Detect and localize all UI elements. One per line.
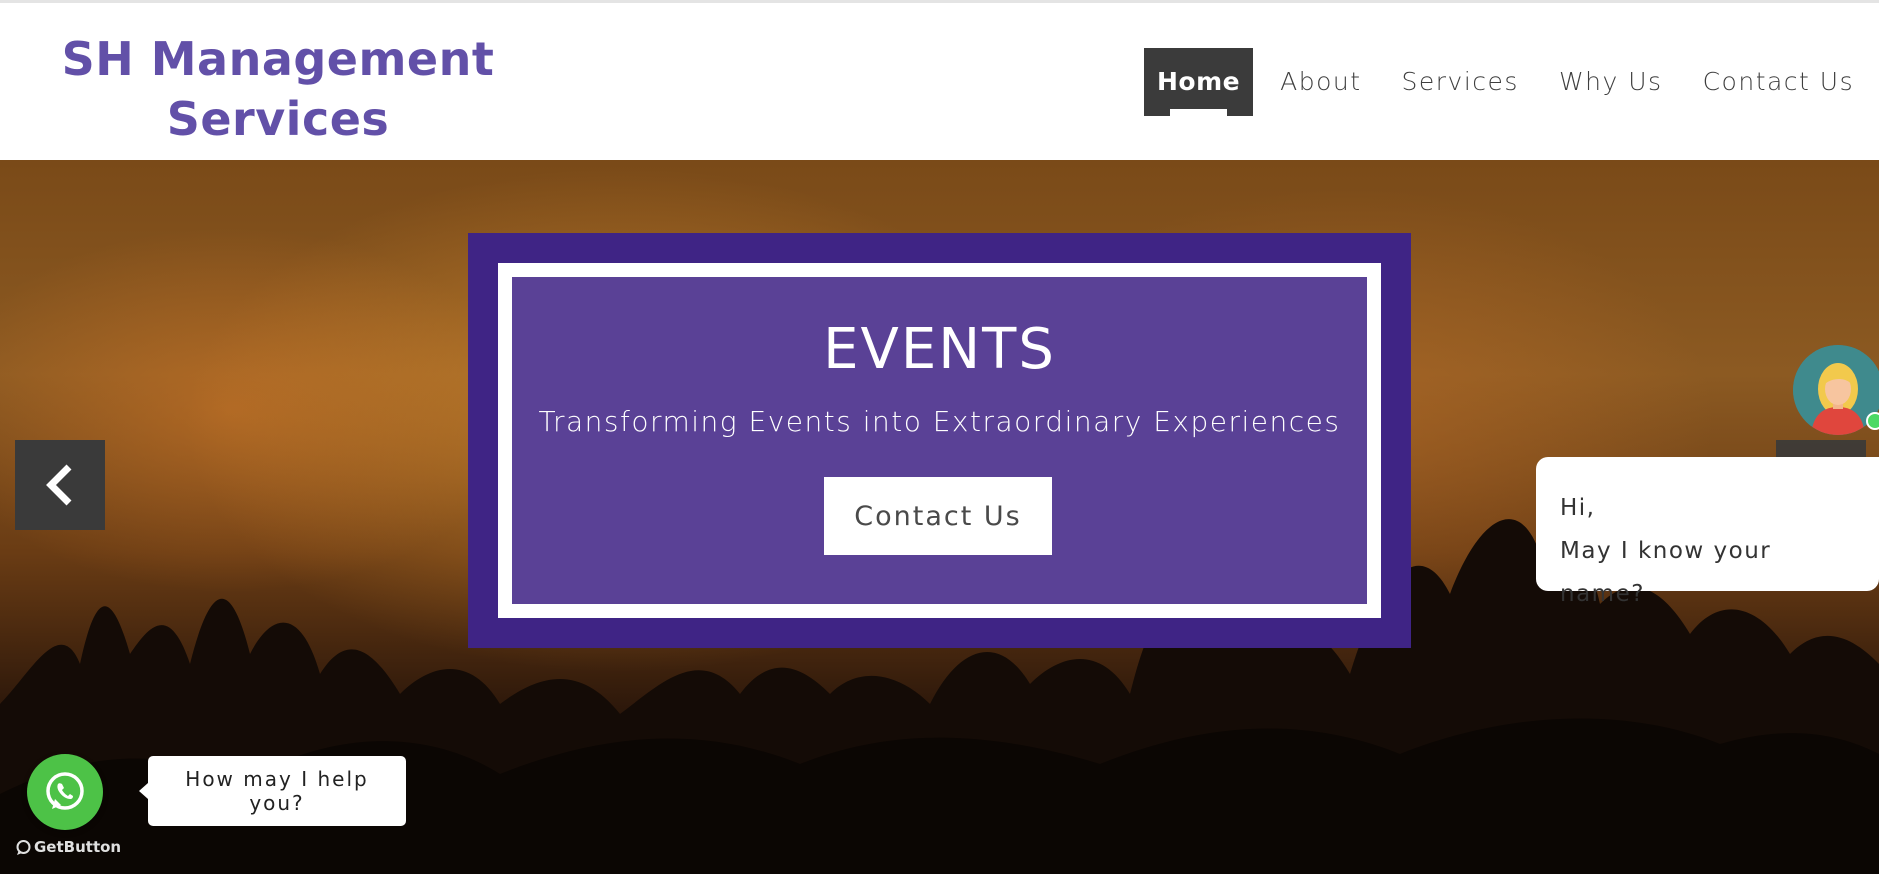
contact-us-button[interactable]: Contact Us xyxy=(824,477,1052,555)
main-nav: Home About Services Why Us Contact Us xyxy=(1144,48,1854,116)
slide-title: EVENTS xyxy=(823,317,1056,382)
nav-about[interactable]: About xyxy=(1280,48,1361,116)
whatsapp-icon xyxy=(46,772,84,810)
site-logo-text[interactable]: SH Management Services xyxy=(40,29,516,149)
slide-caption-border: EVENTS Transforming Events into Extraord… xyxy=(498,263,1381,618)
getbutton-label: GetButton xyxy=(34,838,122,856)
nav-services[interactable]: Services xyxy=(1402,48,1519,116)
chat-greeting-bubble[interactable]: Hi, May I know your name? xyxy=(1536,457,1879,607)
chevron-left-icon xyxy=(46,464,72,506)
chat-greeting-line2: May I know your name? xyxy=(1560,538,1772,607)
slide-caption-frame: EVENTS Transforming Events into Extraord… xyxy=(468,233,1411,648)
getbutton-branding[interactable]: GetButton xyxy=(15,838,121,856)
getbutton-logo-icon xyxy=(16,839,31,855)
slider-prev-button[interactable] xyxy=(15,440,105,530)
nav-home-label: Home xyxy=(1157,67,1241,96)
nav-why-us[interactable]: Why Us xyxy=(1559,48,1663,116)
online-status-dot xyxy=(1866,412,1879,430)
whatsapp-button[interactable] xyxy=(27,754,103,830)
slide-subtitle: Transforming Events into Extraordinary E… xyxy=(538,405,1341,438)
nav-home[interactable]: Home xyxy=(1144,48,1254,116)
site-header: SH Management Services Home About Servic… xyxy=(0,3,1879,160)
whatsapp-tooltip[interactable]: How may I help you? xyxy=(139,756,406,826)
nav-contact-us[interactable]: Contact Us xyxy=(1703,48,1855,116)
slide-caption-panel: EVENTS Transforming Events into Extraord… xyxy=(512,277,1367,604)
active-notch xyxy=(1170,109,1228,116)
chat-greeting-line1: Hi, xyxy=(1560,495,1596,521)
